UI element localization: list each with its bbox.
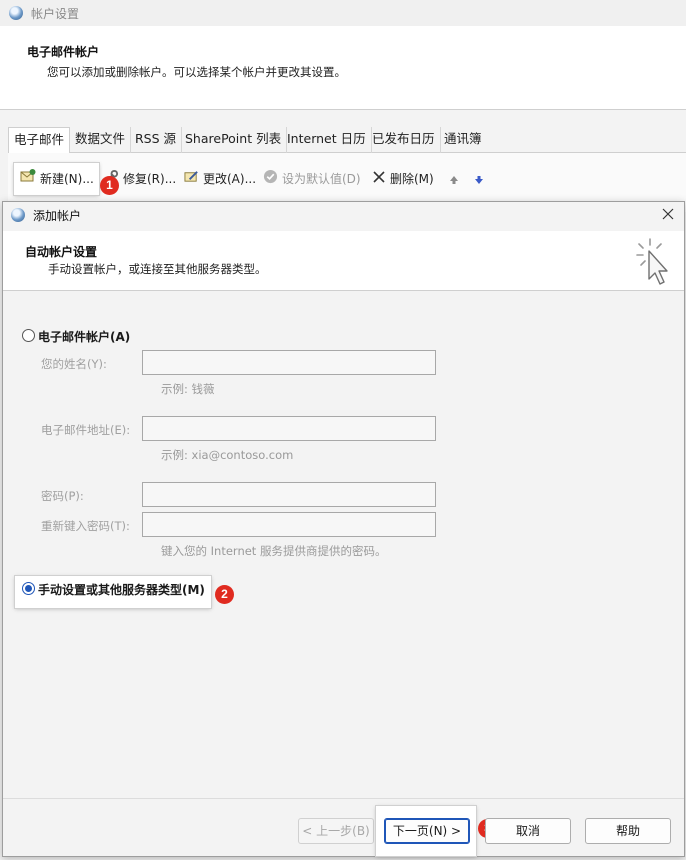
change-label: 更改(A)...: [203, 172, 257, 186]
callout-badge-2: 2: [215, 585, 234, 604]
set-default-button[interactable]: 设为默认值(D): [263, 168, 361, 190]
dialog-header-description: 手动设置帐户，或连接至其他服务器类型。: [48, 262, 267, 276]
outer-header-title: 电子邮件帐户: [27, 45, 100, 59]
email-account-radio[interactable]: [22, 329, 35, 342]
checkmark-circle-icon: [263, 169, 278, 191]
name-hint: 示例: 钱薇: [161, 382, 215, 396]
email-field-label: 电子邮件地址(E):: [41, 423, 131, 437]
password-field-label: 密码(P):: [41, 489, 84, 503]
dialog-header-title: 自动帐户设置: [25, 245, 98, 259]
tab-published-calendar[interactable]: 已发布日历: [367, 127, 441, 153]
close-x-icon: [372, 169, 386, 191]
footer-separator: [3, 798, 684, 799]
change-icon: [184, 169, 199, 191]
close-icon[interactable]: [659, 205, 677, 223]
name-input[interactable]: [142, 350, 436, 375]
outer-header-description: 您可以添加或删除帐户。可以选择某个帐户并更改其设置。: [47, 65, 346, 79]
tab-rss[interactable]: RSS 源: [130, 127, 183, 153]
password-input[interactable]: [142, 482, 436, 507]
change-button[interactable]: 更改(A)...: [184, 168, 256, 190]
cancel-button[interactable]: 取消: [485, 818, 571, 844]
dialog-title: 添加帐户: [33, 209, 82, 223]
password-hint: 键入您的 Internet 服务提供商提供的密码。: [161, 544, 387, 558]
new-account-label: 新建(N)...: [40, 172, 94, 186]
email-input[interactable]: [142, 416, 436, 441]
wizard-cursor-icon: [634, 236, 674, 288]
manual-setup-radio-label[interactable]: 手动设置或其他服务器类型(M): [38, 581, 205, 598]
callout-badge-1: 1: [100, 176, 119, 195]
tab-sharepoint[interactable]: SharePoint 列表: [180, 127, 288, 153]
new-account-button[interactable]: 新建(N)...: [20, 168, 94, 190]
outer-titlebar: [0, 0, 686, 26]
outlook-icon: [9, 6, 23, 20]
outer-window-title: 帐户设置: [31, 7, 80, 21]
tab-address-books[interactable]: 通讯簿: [439, 127, 487, 153]
name-field-label: 您的姓名(Y):: [41, 357, 107, 371]
remove-button[interactable]: 删除(M): [372, 168, 434, 190]
remove-label: 删除(M): [390, 172, 434, 186]
retype-password-field-label: 重新键入密码(T):: [41, 519, 130, 533]
email-account-radio-label[interactable]: 电子邮件帐户(A): [38, 328, 130, 345]
help-button[interactable]: 帮助: [585, 818, 671, 844]
set-default-label: 设为默认值(D): [282, 172, 361, 186]
repair-label: 修复(R)...: [123, 172, 177, 186]
move-up-button[interactable]: [449, 168, 459, 190]
tab-email[interactable]: 电子邮件: [8, 127, 71, 153]
outlook-icon: [11, 208, 25, 222]
back-button[interactable]: < 上一步(B): [298, 818, 374, 844]
email-hint: 示例: xia@contoso.com: [161, 448, 294, 462]
arrow-down-icon: [475, 175, 483, 184]
tab-internet-calendar[interactable]: Internet 日历: [282, 127, 372, 153]
manual-setup-radio[interactable]: [22, 582, 35, 595]
tab-data-files[interactable]: 数据文件: [70, 127, 132, 153]
new-account-icon: [20, 168, 36, 191]
arrow-up-icon: [450, 175, 458, 184]
next-button[interactable]: 下一页(N) >: [384, 818, 470, 844]
retype-password-input[interactable]: [142, 512, 436, 537]
move-down-button[interactable]: [474, 168, 484, 190]
